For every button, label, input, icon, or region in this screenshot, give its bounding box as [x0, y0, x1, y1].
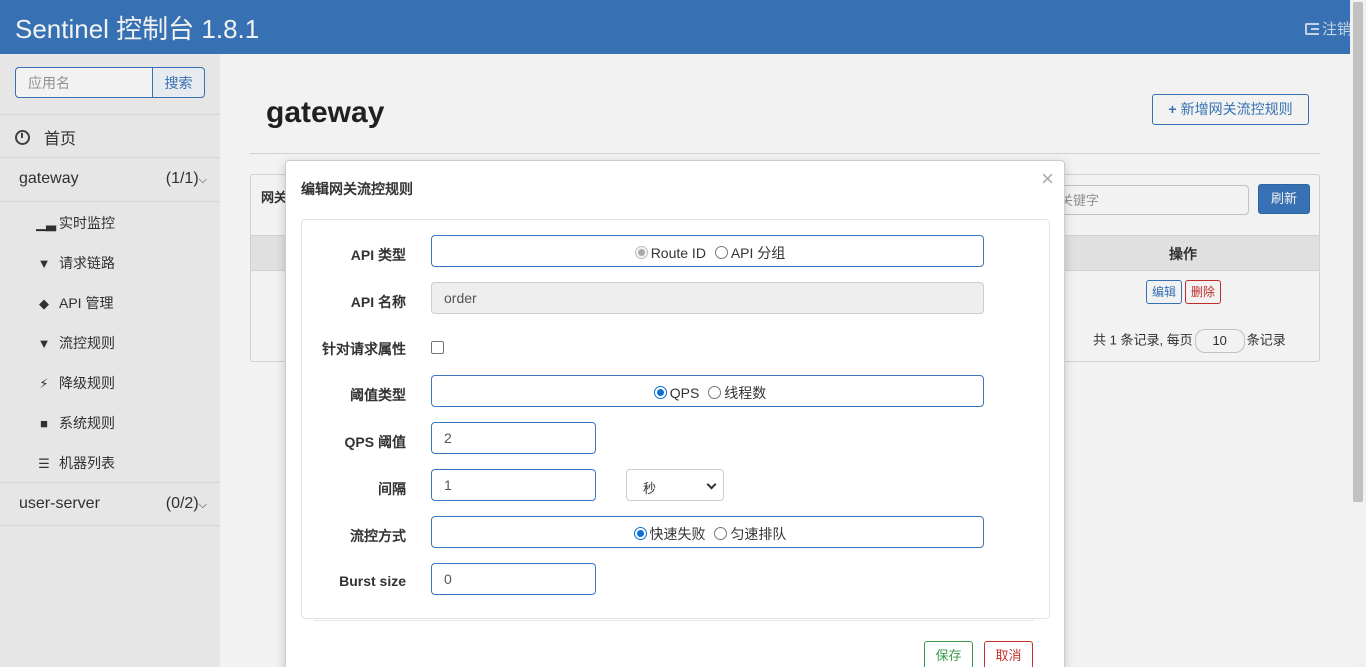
page-scrollbar[interactable] [1350, 0, 1366, 667]
count-label: QPS 阈值 [344, 434, 406, 450]
control-group: 快速失败 匀速排队 [431, 516, 984, 548]
chevron-down-icon [706, 479, 717, 490]
radio-qps-label: QPS [669, 385, 700, 401]
close-icon[interactable]: × [1041, 166, 1054, 192]
radio-route-id-label: Route ID [650, 245, 706, 261]
modal-title: 编辑网关流控规则 [301, 181, 413, 197]
api-type-label: API 类型 [350, 247, 406, 263]
radio-route-id[interactable] [634, 246, 648, 259]
burst-value: 0 [444, 571, 452, 587]
scrollbar-thumb[interactable] [1353, 2, 1363, 502]
radio-fail-fast[interactable] [633, 527, 647, 540]
grade-label: 阈值类型 [350, 387, 406, 403]
rule-form [301, 219, 1050, 619]
radio-rate-limiter-label: 匀速排队 [730, 526, 787, 542]
grade-group: QPS 线程数 [431, 375, 984, 407]
radio-rate-limiter[interactable] [714, 527, 728, 540]
radio-thread-label: 线程数 [724, 385, 767, 401]
param-item-checkbox[interactable] [431, 341, 444, 354]
api-name-field: order [431, 282, 984, 314]
interval-unit-select[interactable]: 秒 [626, 469, 724, 501]
api-name-label: API 名称 [350, 294, 406, 310]
param-item-label: 针对请求属性 [322, 341, 406, 357]
api-type-group: Route ID API 分组 [431, 235, 984, 267]
footer-divider [314, 620, 1034, 621]
edit-gateway-rule-dialog: 编辑网关流控规则 × API 类型 Route ID API 分组 API 名称… [285, 160, 1065, 667]
interval-unit-value: 秒 [643, 481, 657, 496]
control-label: 流控方式 [350, 528, 406, 544]
radio-qps[interactable] [653, 386, 667, 399]
radio-api-group-label: API 分组 [730, 245, 786, 261]
interval-input[interactable]: 1 [431, 469, 596, 501]
burst-label: Burst size [339, 573, 406, 589]
api-name-value: order [444, 290, 477, 306]
radio-api-group[interactable] [714, 246, 728, 259]
cancel-button[interactable]: 取消 [984, 641, 1033, 667]
interval-value: 1 [444, 477, 452, 493]
interval-label: 间隔 [378, 481, 406, 497]
count-input[interactable]: 2 [431, 422, 596, 454]
save-button[interactable]: 保存 [924, 641, 973, 667]
burst-input[interactable]: 0 [431, 563, 596, 595]
count-value: 2 [444, 430, 452, 446]
radio-thread[interactable] [708, 386, 722, 399]
radio-fail-fast-label: 快速失败 [649, 526, 706, 542]
